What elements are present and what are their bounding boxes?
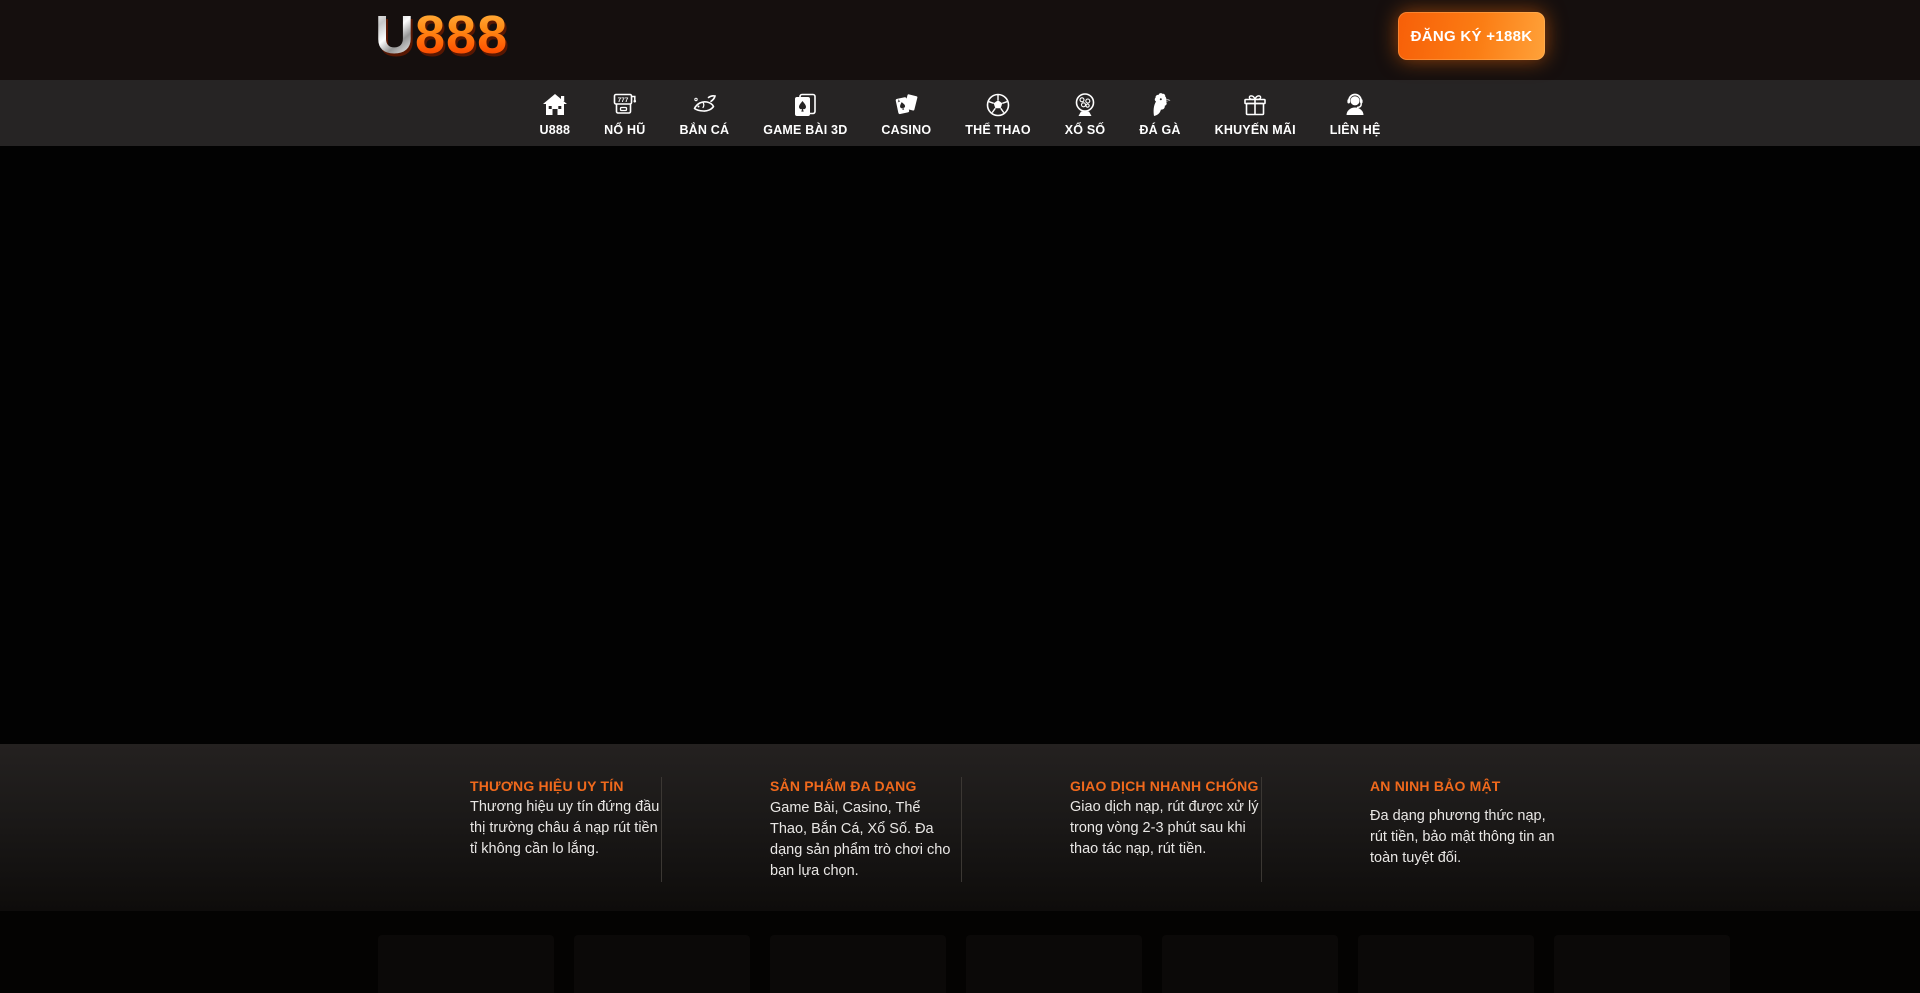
- fish-icon: [689, 88, 719, 120]
- partner-tile: [966, 935, 1142, 993]
- partner-tile: [1554, 935, 1730, 993]
- lottery-machine-icon: [1070, 88, 1100, 120]
- nav-item-xo-so[interactable]: XỔ SỐ: [1059, 86, 1112, 141]
- nav-label: LIÊN HỆ: [1330, 123, 1381, 137]
- top-header: U888 ĐĂNG KÝ +188K: [0, 0, 1920, 80]
- footer-divider: [661, 777, 662, 882]
- footer-col-giao-dich: GIAO DỊCH NHANH CHÓNGGiao dịch nạp, rút …: [1070, 776, 1260, 882]
- nav-item-game-bai-3d[interactable]: GAME BÀI 3D: [757, 86, 853, 141]
- nav-label: KHUYẾN MÃI: [1215, 123, 1296, 137]
- nav-item-khuyen-mai[interactable]: KHUYẾN MÃI: [1209, 86, 1302, 141]
- home-icon: [540, 88, 570, 120]
- nav-item-da-ga[interactable]: ĐÁ GÀ: [1133, 86, 1186, 141]
- footer-columns: THƯƠNG HIỆU UY TÍNThương hiệu uy tín đứn…: [470, 776, 1560, 882]
- footer-col-body: Game Bài, Casino, Thể Thao, Bắn Cá, Xổ S…: [770, 800, 950, 879]
- footer-col-title: THƯƠNG HIỆU UY TÍN: [470, 776, 660, 797]
- nav-label: NỔ HŨ: [604, 123, 645, 137]
- footer-col-an-ninh: AN NINH BẢO MẬT Đa dạng phương thức nạp, …: [1370, 776, 1560, 882]
- nav-item-casino[interactable]: A CASINO: [875, 86, 937, 141]
- footer-col-title: SẢN PHẨM ĐA DẠNG: [770, 778, 917, 794]
- partner-tile: [770, 935, 946, 993]
- brand-logo-u: U: [375, 5, 415, 65]
- card-spade-icon: [790, 88, 820, 120]
- svg-text:777: 777: [617, 96, 628, 103]
- brand-logo[interactable]: U888: [375, 8, 508, 62]
- nav-label: ĐÁ GÀ: [1139, 123, 1180, 137]
- soccer-ball-icon: [983, 88, 1013, 120]
- rooster-icon: [1145, 88, 1175, 120]
- partner-tile: [1358, 935, 1534, 993]
- partner-tile: [378, 935, 554, 993]
- nav-item-no-hu[interactable]: 777 NỔ HŨ: [598, 86, 651, 141]
- brand-logo-888: 888: [415, 5, 508, 65]
- nav-label: GAME BÀI 3D: [763, 123, 847, 137]
- nav-label: BẮN CÁ: [679, 123, 729, 137]
- nav-label: XỔ SỐ: [1065, 123, 1106, 137]
- footer-col-body: Thương hiệu uy tín đứng đầu thị trường c…: [470, 799, 659, 857]
- nav-item-u888[interactable]: U888: [533, 86, 576, 141]
- footer-col-title: GIAO DỊCH NHANH CHÓNG: [1070, 776, 1260, 797]
- footer-info: THƯƠNG HIỆU UY TÍNThương hiệu uy tín đứn…: [0, 744, 1920, 911]
- footer-col-body: Giao dịch nạp, rút được xử lý trong vòng…: [1070, 799, 1259, 857]
- footer-col-title: AN NINH BẢO MẬT: [1370, 776, 1560, 797]
- footer-divider: [961, 777, 962, 882]
- gift-icon: [1240, 88, 1270, 120]
- nav-label: CASINO: [881, 123, 931, 137]
- slot-machine-icon: 777: [610, 88, 640, 120]
- partner-tiles: [378, 935, 1730, 993]
- playing-cards-icon: A: [891, 88, 921, 120]
- partner-tile: [1162, 935, 1338, 993]
- nav-label: THỂ THAO: [965, 123, 1031, 137]
- footer-col-thuong-hieu: THƯƠNG HIỆU UY TÍNThương hiệu uy tín đứn…: [470, 776, 660, 882]
- footer-col-body: Đa dạng phương thức nạp, rút tiền, bảo m…: [1370, 808, 1555, 866]
- bottom-strip: [0, 911, 1920, 993]
- nav-item-lien-he[interactable]: LIÊN HỆ: [1324, 86, 1387, 141]
- support-headset-icon: [1340, 88, 1370, 120]
- nav-label: U888: [539, 123, 570, 137]
- footer-divider: [1261, 777, 1262, 882]
- nav-item-the-thao[interactable]: THỂ THAO: [959, 86, 1037, 141]
- banner-area: [0, 146, 1920, 744]
- main-nav: U888 777 NỔ HŨ BẮN CÁ: [0, 80, 1920, 146]
- partner-tile: [574, 935, 750, 993]
- register-button[interactable]: ĐĂNG KÝ +188K: [1398, 12, 1545, 60]
- footer-col-san-pham: SẢN PHẨM ĐA DẠNG Game Bài, Casino, Thể T…: [770, 776, 960, 882]
- nav-item-ban-ca[interactable]: BẮN CÁ: [673, 86, 735, 141]
